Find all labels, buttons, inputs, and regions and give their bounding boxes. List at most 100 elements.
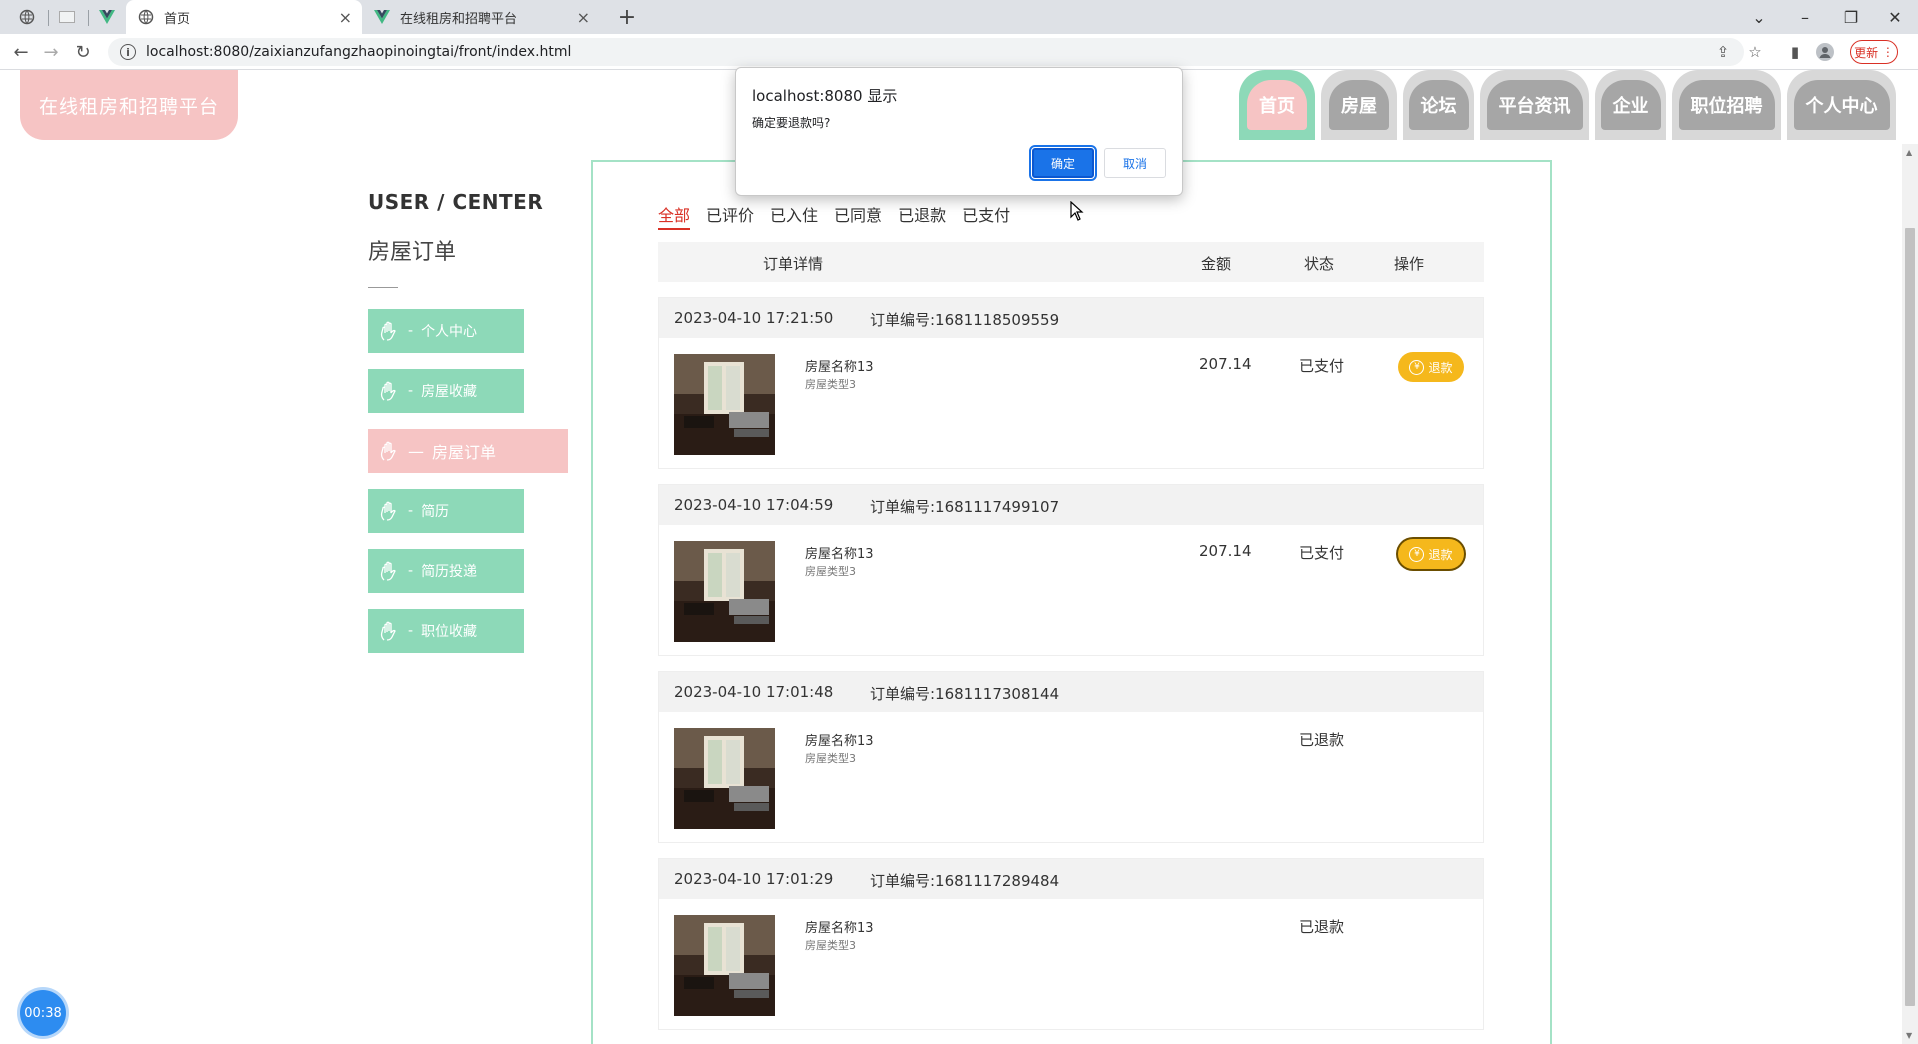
profile-avatar-icon[interactable] (1814, 41, 1836, 63)
address-bar[interactable]: i localhost:8080/zaixianzufangzhaopinoin… (108, 38, 1744, 66)
dialog-cancel-button[interactable]: 取消 (1104, 148, 1166, 178)
update-button[interactable]: 更新 ⋮ (1850, 40, 1898, 64)
pinned-tab-1[interactable] (14, 0, 40, 34)
order-filter-tabs: 全部 已评价 已入住 已同意 已退款 已支付 (658, 202, 1010, 230)
filter-refunded[interactable]: 已退款 (898, 202, 946, 230)
nav-forum[interactable]: 论坛 (1403, 70, 1474, 140)
col-status: 状态 (1304, 255, 1335, 273)
nav-jobs[interactable]: 职位招聘 (1672, 70, 1781, 140)
sidebar-item-user-center[interactable]: - 个人中心 (368, 309, 524, 353)
house-thumbnail[interactable] (674, 915, 775, 1016)
nav-user-center[interactable]: 个人中心 (1787, 70, 1896, 140)
sidebar-item-resume[interactable]: - 简历 (368, 489, 524, 533)
tab-search-icon[interactable]: ⌄ (1736, 0, 1782, 34)
order-number: 订单编号:1681117308144 (870, 685, 1060, 703)
blank-page-icon (59, 11, 75, 23)
pinned-tab-3[interactable] (94, 0, 120, 34)
order-status: 已退款 (1299, 918, 1345, 936)
house-type: 房屋类型3 (805, 752, 856, 765)
refund-button[interactable]: ¥ 退款 (1398, 352, 1464, 382)
house-type: 房屋类型3 (805, 939, 856, 952)
browser-toolbar: ← → ↻ i localhost:8080/zaixianzufangzhao… (0, 34, 1918, 70)
order-card: 2023-04-10 17:21:50 订单编号:1681118509559 房… (658, 297, 1484, 469)
order-header: 2023-04-10 17:21:50 订单编号:1681118509559 (659, 298, 1483, 338)
pinned-tab-2[interactable] (54, 0, 80, 34)
house-thumbnail[interactable] (674, 354, 775, 455)
reload-button[interactable]: ↻ (70, 39, 96, 65)
confirm-dialog: localhost:8080 显示 确定要退款吗? 确定 取消 (735, 67, 1183, 196)
sidebar-item-house-orders[interactable]: — 房屋订单 (368, 429, 568, 473)
filter-all[interactable]: 全部 (658, 202, 691, 230)
sidebar-subtitle: 房屋订单 (368, 240, 457, 265)
filter-checked-in[interactable]: 已入住 (770, 202, 818, 230)
hand-icon (380, 381, 396, 401)
tab-title: 在线租房和招聘平台 (400, 11, 518, 27)
sidebar-item-job-favorites[interactable]: - 职位收藏 (368, 609, 524, 653)
sidebar-title: USER / CENTER (368, 190, 544, 214)
filter-paid[interactable]: 已支付 (962, 202, 1010, 230)
site-info-icon[interactable]: i (120, 44, 136, 60)
new-tab-button[interactable]: + (614, 4, 640, 30)
house-type: 房屋类型3 (805, 378, 856, 391)
forward-button[interactable]: → (38, 39, 64, 65)
order-status: 已退款 (1299, 731, 1345, 749)
order-number: 订单编号:1681118509559 (870, 311, 1060, 329)
page-scrollbar[interactable]: ▲ ▼ (1902, 144, 1918, 1044)
scrollbar-thumb[interactable] (1905, 228, 1915, 1006)
col-amount: 金额 (1201, 255, 1232, 273)
close-window-button[interactable]: ✕ (1872, 0, 1918, 34)
order-time: 2023-04-10 17:01:29 (674, 870, 834, 888)
dialog-message: 确定要退款吗? (752, 116, 831, 130)
filter-reviewed[interactable]: 已评价 (706, 202, 754, 230)
orders-panel: 全部 已评价 已入住 已同意 已退款 已支付 订单详情 金额 状态 操作 202… (591, 160, 1552, 1044)
share-icon[interactable]: ⇪ (1712, 41, 1734, 63)
dialog-ok-button[interactable]: 确定 (1029, 145, 1097, 181)
nav-houses[interactable]: 房屋 (1321, 70, 1397, 140)
back-button[interactable]: ← (8, 39, 34, 65)
sidebar-divider (368, 287, 398, 288)
house-thumbnail[interactable] (674, 541, 775, 642)
house-type: 房屋类型3 (805, 565, 856, 578)
house-thumbnail[interactable] (674, 728, 775, 829)
col-detail: 订单详情 (763, 255, 824, 273)
order-status: 已支付 (1299, 544, 1345, 562)
yen-icon: ¥ (1409, 546, 1425, 562)
house-name: 房屋名称13 (805, 547, 874, 562)
sidebar-item-house-favorites[interactable]: - 房屋收藏 (368, 369, 524, 413)
order-card: 2023-04-10 17:01:29 订单编号:1681117289484 房… (658, 858, 1484, 1030)
tab-platform[interactable]: 在线租房和招聘平台 × (362, 0, 600, 34)
nav-news[interactable]: 平台资讯 (1480, 70, 1589, 140)
scroll-up-arrow-icon[interactable]: ▲ (1906, 148, 1912, 157)
sidebar-item-label: 房屋订单 (432, 443, 497, 462)
sidepanel-icon[interactable]: ▮ (1784, 41, 1806, 63)
bookmark-star-icon[interactable]: ☆ (1744, 41, 1766, 63)
nav-home[interactable]: 首页 (1239, 70, 1315, 140)
order-card: 2023-04-10 17:01:48 订单编号:1681117308144 房… (658, 671, 1484, 843)
hand-icon (380, 561, 396, 581)
tab-home[interactable]: 首页 × (126, 0, 362, 34)
globe-icon (138, 9, 154, 25)
sidebar-item-resume-delivery[interactable]: - 简历投递 (368, 549, 524, 593)
scroll-down-arrow-icon[interactable]: ▼ (1906, 1031, 1912, 1040)
house-name: 房屋名称13 (805, 921, 874, 936)
url-text: localhost:8080/zaixianzufangzhaopinoingt… (146, 44, 572, 60)
recording-timer-badge[interactable]: 00:38 (20, 990, 66, 1036)
hand-icon (380, 621, 396, 641)
filter-agreed[interactable]: 已同意 (834, 202, 882, 230)
restore-button[interactable]: ❐ (1828, 0, 1874, 34)
col-action: 操作 (1394, 255, 1425, 273)
hand-icon (380, 321, 396, 341)
yen-icon: ¥ (1409, 359, 1425, 375)
close-tab-icon[interactable]: × (577, 8, 590, 27)
minimize-button[interactable]: – (1782, 0, 1828, 34)
browser-tab-strip: 首页 × 在线租房和招聘平台 × + ⌄ – ❐ ✕ (0, 0, 1918, 34)
globe-icon (19, 9, 35, 25)
vue-logo-icon (374, 9, 390, 25)
orders-table-header: 订单详情 金额 状态 操作 (658, 242, 1484, 282)
close-tab-icon[interactable]: × (339, 8, 352, 27)
site-logo[interactable]: 在线租房和招聘平台 (20, 70, 238, 140)
refund-button[interactable]: ¥ 退款 (1398, 539, 1464, 569)
vue-logo-icon (99, 10, 115, 24)
dialog-title: localhost:8080 显示 (752, 87, 898, 105)
nav-company[interactable]: 企业 (1595, 70, 1666, 140)
